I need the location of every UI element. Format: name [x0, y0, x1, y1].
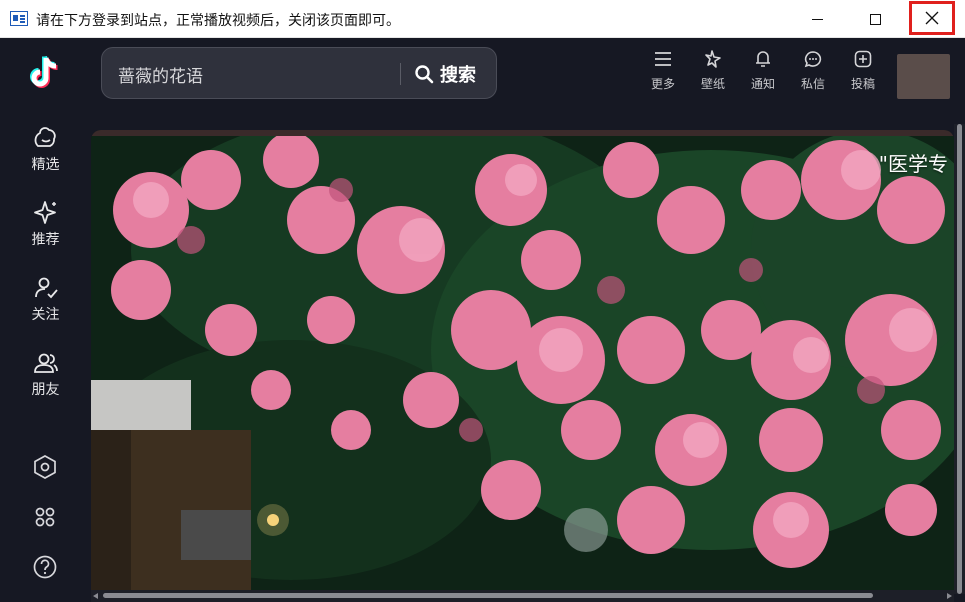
search-button[interactable]: 搜索 [414, 58, 476, 90]
apps-grid-icon[interactable] [32, 504, 58, 530]
featured-icon [34, 127, 56, 147]
upload-label: 投稿 [850, 77, 875, 91]
more-label: 更多 [650, 77, 675, 91]
maximize-button[interactable] [852, 0, 898, 38]
search-divider [400, 63, 401, 85]
video-top-strip [91, 130, 954, 136]
sidebar-item-recommend[interactable]: 推荐 [0, 199, 91, 259]
upload-icon [854, 50, 872, 68]
window-app-icon [10, 11, 28, 26]
sidebar-item-label: 推荐 [31, 232, 60, 248]
sidebar-item-featured[interactable]: 精选 [0, 124, 91, 184]
video-player[interactable]: "医学专 [91, 130, 954, 590]
more-button[interactable]: 更多 [638, 48, 688, 100]
horizontal-scrollbar[interactable] [91, 590, 954, 602]
sidebar-item-follow[interactable]: 关注 [0, 274, 91, 334]
wallpaper-icon [705, 50, 721, 68]
close-icon [925, 11, 939, 25]
tiktok-logo[interactable] [24, 52, 68, 96]
upload-button[interactable]: 投稿 [838, 48, 888, 100]
sidebar-item-label: 关注 [31, 307, 60, 323]
sidebar-item-label: 朋友 [31, 382, 60, 398]
window-title: 请在下方登录到站点，正常播放视频后，关闭该页面即可。 [36, 13, 400, 29]
search-bar: 搜索 [101, 47, 497, 99]
help-icon[interactable] [32, 554, 58, 580]
sparkle-icon [33, 201, 56, 224]
minimize-icon [811, 18, 823, 20]
douyin-app: 精选 推荐 关注 朋友 搜索 更多 壁纸 [0, 38, 965, 602]
maximize-icon [869, 13, 881, 25]
video-overlay-text: "医学专 [878, 152, 948, 176]
scroll-right-arrow[interactable] [947, 593, 952, 599]
search-button-label: 搜索 [440, 65, 476, 86]
sidebar: 精选 推荐 关注 朋友 [0, 38, 91, 602]
bell-icon [756, 51, 770, 67]
scroll-left-arrow[interactable] [93, 593, 98, 599]
video-frame-roses [91, 130, 954, 590]
friends-icon [33, 353, 58, 373]
avatar[interactable] [897, 54, 950, 99]
menu-icon [655, 52, 671, 66]
message-button[interactable]: 私信 [788, 48, 838, 100]
message-icon [804, 51, 822, 68]
search-icon [415, 65, 434, 84]
vertical-scroll-thumb[interactable] [957, 124, 962, 594]
search-input[interactable] [118, 61, 388, 87]
sidebar-item-label: 精选 [31, 157, 60, 173]
vertical-scrollbar[interactable] [954, 124, 965, 594]
message-label: 私信 [800, 77, 825, 91]
window-titlebar: 请在下方登录到站点，正常播放视频后，关闭该页面即可。 [0, 0, 965, 38]
notification-button[interactable]: 通知 [738, 48, 788, 100]
close-button[interactable] [909, 1, 955, 35]
notification-label: 通知 [750, 77, 775, 91]
minimize-button[interactable] [794, 0, 840, 38]
wallpaper-label: 壁纸 [700, 77, 725, 91]
sidebar-item-friends[interactable]: 朋友 [0, 349, 91, 409]
horizontal-scroll-thumb[interactable] [103, 593, 873, 598]
hexagon-settings-icon[interactable] [32, 454, 58, 480]
wallpaper-button[interactable]: 壁纸 [688, 48, 738, 100]
follow-icon [34, 277, 58, 299]
